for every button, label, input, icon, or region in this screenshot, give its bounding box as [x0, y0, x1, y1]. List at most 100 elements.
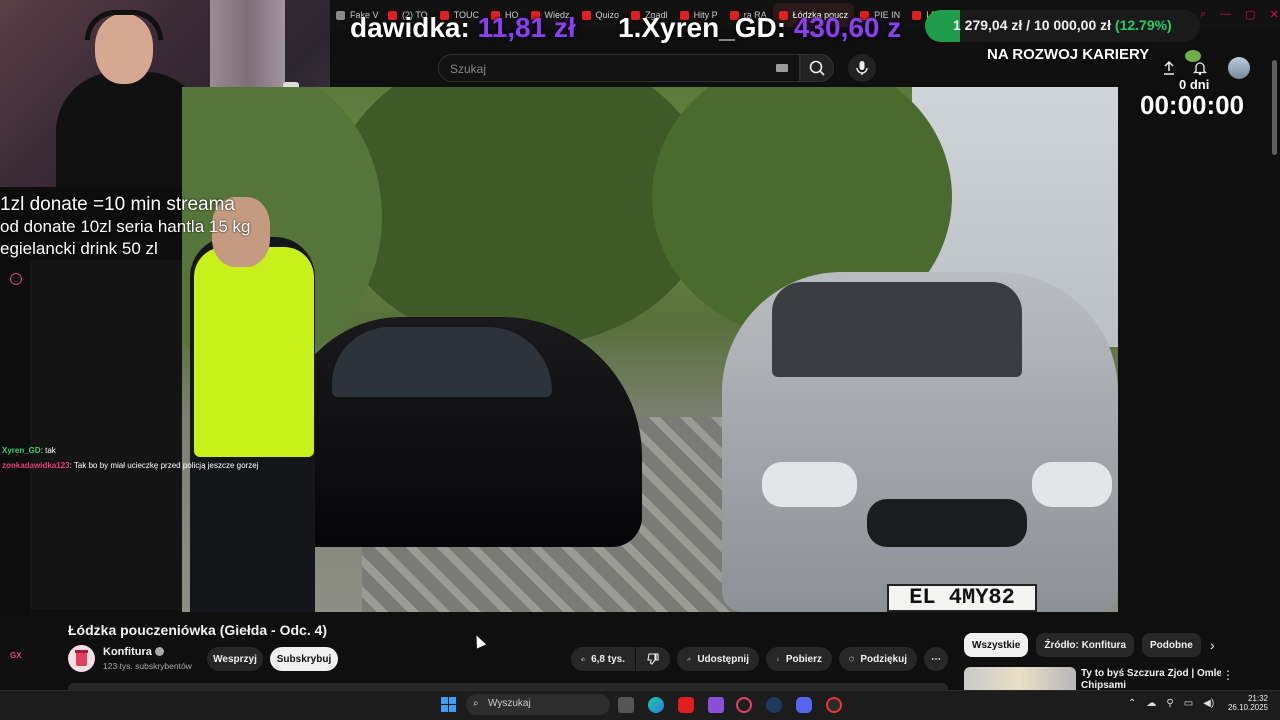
chat-message: zonkadawidka123: Tak bo by miał ucieczkę…	[2, 461, 332, 470]
donate-rule-1: 1zl donate =10 min streama	[0, 194, 235, 215]
donate-rule-2: od donate 10zl seria hantla 15 kg	[0, 217, 251, 236]
video-silver-car-windshield	[772, 282, 1022, 377]
mic-tray-icon[interactable]: ⚲	[1166, 698, 1173, 709]
share-button[interactable]: Udostępnij	[677, 647, 759, 671]
video-headlight-left	[762, 462, 857, 507]
video-headlight-right	[1032, 462, 1112, 507]
dislike-button[interactable]	[636, 647, 670, 671]
recommended-title-line1: Ty to byś Szczura Zjod | Omlet z	[1081, 668, 1221, 679]
edge-icon[interactable]	[648, 697, 664, 713]
download-label: Pobierz	[785, 653, 822, 665]
chat-message: Xyren_GD: tak	[2, 446, 332, 455]
channel-name-text: Konfitura	[103, 646, 152, 658]
video-player[interactable]: EL 4MY82	[182, 87, 1118, 612]
donation-goal-bar: 1 279,04 zł / 10 000,00 zł (12.79%)	[925, 10, 1200, 42]
recommended-title[interactable]: Ty to byś Szczura Zjod | Omlet z Chipsam…	[1081, 668, 1221, 692]
support-label: Wesprzyj	[213, 653, 257, 665]
chat-text: : Tak bo by miał ucieczkę przed policją …	[69, 461, 259, 470]
snipping-tool-icon[interactable]	[708, 697, 724, 713]
top-donor-name: 1.Xyren_GD:	[618, 12, 787, 43]
voice-search-button[interactable]	[848, 54, 876, 82]
system-tray: ⌃ ☁ ⚲ ▭ ◀)	[1128, 698, 1214, 709]
search-input[interactable]: Szukaj	[438, 54, 800, 82]
more-actions-button[interactable]: ⋯	[924, 647, 948, 671]
tab-favicon-icon	[581, 10, 591, 20]
keyboard-icon[interactable]	[776, 64, 788, 72]
recommended-thumbnail[interactable]	[964, 667, 1076, 690]
chat-background	[30, 260, 182, 610]
video-car-grille	[867, 499, 1027, 547]
subscribe-label: Subskrybuj	[276, 653, 332, 665]
cloud-icon[interactable]: ☁	[1146, 698, 1156, 709]
taskbar-search-icon: ⌕	[473, 698, 479, 709]
search-tabs-icon[interactable]: ⌕	[1200, 8, 1206, 21]
description-box[interactable]	[68, 683, 948, 690]
more-dots-icon: ⋯	[931, 653, 941, 665]
youtube-app-icon[interactable]	[678, 697, 694, 713]
steam-icon[interactable]	[766, 697, 782, 713]
taskbar-search[interactable]: Wyszukaj	[466, 694, 610, 715]
chat-username: zonkadawidka123	[2, 461, 70, 470]
share-icon	[687, 657, 691, 661]
windows-taskbar	[0, 690, 1280, 720]
thanks-icon	[849, 656, 854, 662]
jar-icon	[75, 650, 88, 666]
discord-icon[interactable]	[796, 697, 812, 713]
goal-amount: 1 279,04 zł / 10 000,00 zł	[953, 17, 1112, 33]
video-title: Łódzka pouczeniówka (Giełda - Odc. 4)	[68, 622, 328, 638]
window-controls: ⌕ — ▢ ✕	[1200, 8, 1279, 21]
filter-chip[interactable]: Podobne	[1142, 633, 1201, 657]
recent-donor-name: dawidka:	[350, 12, 470, 43]
subscriber-count: 123 tys. subskrybentów	[103, 661, 192, 671]
channel-name[interactable]: Konfitura	[103, 646, 164, 658]
opera-gx-icon[interactable]	[736, 697, 752, 713]
donate-rule-3: egielancki drink 50 zl	[0, 239, 158, 258]
upload-icon[interactable]	[1161, 60, 1177, 76]
task-view-icon[interactable]	[618, 697, 634, 713]
filter-chip[interactable]: Wszystkie	[964, 633, 1029, 657]
thanks-button[interactable]: Podziękuj	[839, 647, 917, 671]
minimize-icon[interactable]: —	[1220, 8, 1231, 21]
stream-timer: 00:00:00	[1140, 90, 1245, 120]
channel-avatar[interactable]	[68, 645, 95, 672]
goal-title: NA ROZWOJ KARIERY	[987, 46, 1150, 63]
like-count: 6,8 tys.	[591, 653, 625, 665]
tab-label: Quizo	[595, 10, 620, 20]
video-license-plate: EL 4MY82	[887, 584, 1037, 612]
page-scrollbar[interactable]	[1272, 60, 1277, 155]
frog-emote-icon	[1185, 50, 1201, 62]
restore-icon[interactable]: ▢	[1245, 8, 1255, 21]
video-officer-vest	[194, 247, 314, 457]
chips-next-icon[interactable]: ›	[1210, 637, 1215, 653]
tab-favicon-icon	[336, 10, 345, 20]
like-button[interactable]: 6,8 tys.	[571, 647, 635, 671]
settings-gear-icon	[10, 273, 22, 285]
tray-chevron-icon[interactable]: ⌃	[1128, 698, 1136, 709]
download-button[interactable]: Pobierz	[766, 647, 832, 671]
network-icon[interactable]: ▭	[1184, 698, 1193, 709]
taskbar-clock[interactable]: 21:32 26.10.2025	[1220, 694, 1268, 712]
chat-text: : tak	[40, 446, 56, 455]
account-avatar[interactable]	[1228, 57, 1250, 79]
clock-time: 21:32	[1247, 694, 1268, 703]
close-icon[interactable]: ✕	[1270, 8, 1279, 21]
top-donor-overlay: 1.Xyren_GD: 430,60 z	[618, 12, 901, 44]
share-label: Udostępnij	[697, 653, 749, 665]
search-icon	[809, 60, 825, 76]
verified-icon	[154, 647, 164, 656]
volume-icon[interactable]: ◀)	[1203, 698, 1214, 709]
support-button[interactable]: Wesprzyj	[207, 647, 263, 671]
stream-chat: Xyren_GD: tak zonkadawidka123: Tak bo by …	[0, 446, 330, 476]
chat-username: Xyren_GD	[2, 446, 41, 455]
search-button[interactable]	[800, 54, 834, 82]
subscribe-button[interactable]: Subskrybuj	[270, 647, 338, 671]
notifications-bell-icon[interactable]	[1192, 60, 1208, 76]
recommended-menu-icon[interactable]: ⋮	[1222, 668, 1234, 682]
headset	[85, 10, 163, 40]
thumbs-up-icon	[581, 657, 585, 661]
recent-donor-overlay: dawidka: 11,81 zł	[350, 12, 576, 44]
obs-icon[interactable]	[826, 697, 842, 713]
windows-start-icon[interactable]	[441, 697, 456, 712]
recent-donor-amount: 11,81 zł	[477, 12, 576, 43]
filter-chip[interactable]: Źródło: Konfitura	[1036, 633, 1135, 657]
